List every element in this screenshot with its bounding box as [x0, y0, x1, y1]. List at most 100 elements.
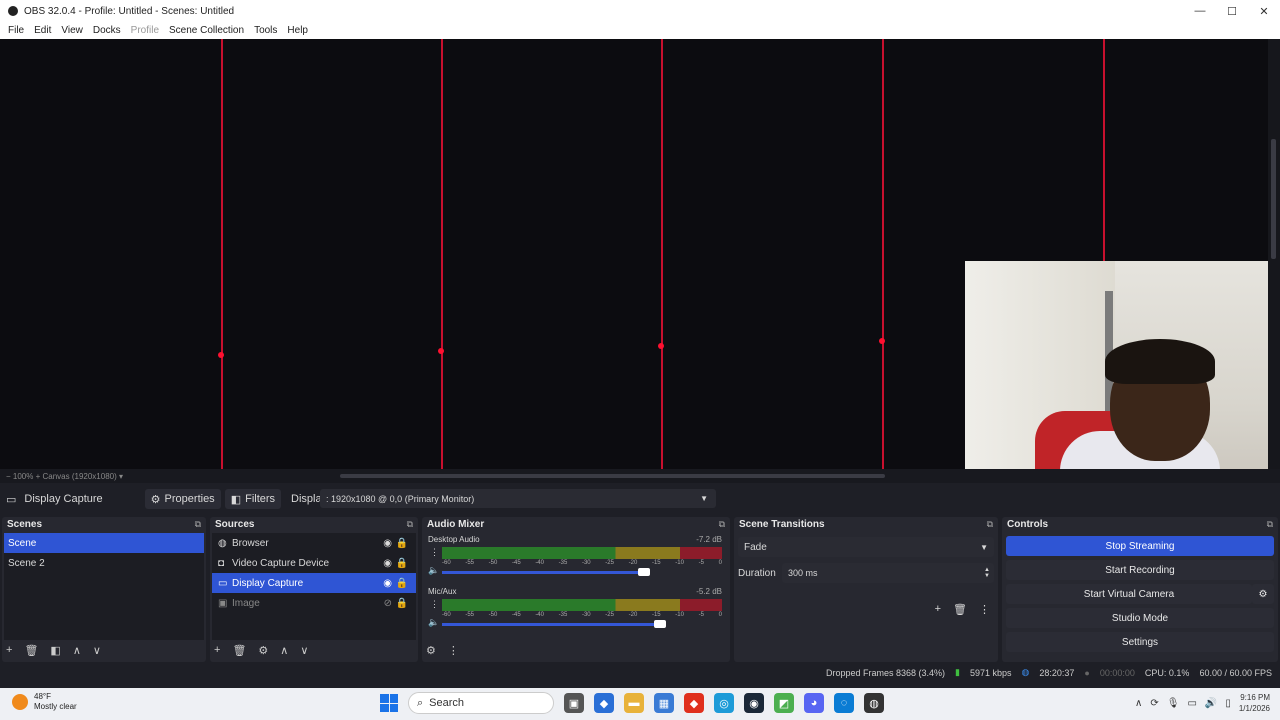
kebab-menu-icon[interactable]: ⋮ — [430, 599, 439, 610]
undock-icon[interactable]: ⧉ — [1267, 519, 1273, 530]
trash-icon[interactable]: 🗑 — [24, 644, 38, 657]
source-handle[interactable] — [658, 343, 664, 349]
minimize-button[interactable]: — — [1184, 0, 1216, 22]
trash-icon[interactable]: 🗑 — [953, 603, 967, 616]
volume-icon[interactable]: 🔊 — [1205, 698, 1217, 709]
source-item[interactable]: ▣ Image ⊘ 🔒 — [212, 593, 416, 613]
kebab-menu-icon[interactable]: ⋮ — [430, 547, 439, 558]
duration-row: Duration 300 ms ▲ ▼ — [734, 561, 998, 585]
chevron-up-icon[interactable]: ∧ — [73, 644, 81, 657]
display-select[interactable]: : 1920x1080 @ 0,0 (Primary Monitor) ▼ — [320, 489, 716, 508]
gear-icon[interactable]: ⚙ — [258, 644, 268, 657]
app-icon[interactable]: ◩ — [774, 693, 794, 713]
add-icon[interactable]: + — [214, 644, 220, 656]
zoom-level[interactable]: − 100% + Canvas (1920x1080) ▾ — [0, 472, 123, 481]
lock-icon[interactable]: 🔒 — [396, 538, 408, 549]
speaker-icon[interactable]: 🔈 — [428, 565, 439, 576]
preview-vertical-scrollbar[interactable] — [1268, 39, 1280, 469]
scene-item[interactable]: Scene 2 — [4, 553, 204, 573]
eye-icon[interactable]: ◉ — [383, 538, 392, 549]
clock[interactable]: 9:16 PM 1/1/2026 — [1239, 692, 1270, 714]
studio-mode-button[interactable]: Studio Mode — [1006, 608, 1274, 628]
stop-streaming-button[interactable]: Stop Streaming — [1006, 536, 1274, 556]
signal-bars-icon: ▮ — [955, 667, 960, 677]
task-view-icon[interactable]: ▣ — [564, 693, 584, 713]
undock-icon[interactable]: ⧉ — [407, 519, 413, 530]
store-icon[interactable]: ▦ — [654, 693, 674, 713]
network-icon[interactable]: ▭ — [1187, 698, 1196, 709]
preview-horizontal-scrollbar[interactable]: − 100% + Canvas (1920x1080) ▾ — [0, 469, 1280, 483]
volume-fader[interactable] — [442, 623, 661, 626]
undock-icon[interactable]: ⧉ — [719, 519, 725, 530]
kebab-menu-icon[interactable]: ⋮ — [979, 603, 990, 616]
properties-button[interactable]: ⚙ Properties — [144, 489, 221, 509]
menu-edit[interactable]: Edit — [29, 25, 56, 36]
steam-icon[interactable]: ◉ — [744, 693, 764, 713]
menu-help[interactable]: Help — [282, 25, 313, 36]
source-handle[interactable] — [438, 348, 444, 354]
menu-profile[interactable]: Profile — [126, 25, 164, 36]
volume-fader[interactable] — [442, 571, 644, 574]
app-icon[interactable]: ◆ — [684, 693, 704, 713]
maximize-button[interactable]: ☐ — [1216, 0, 1248, 22]
windows-start-icon[interactable] — [380, 694, 398, 712]
sources-title: Sources — [215, 519, 255, 530]
discord-icon[interactable]: ◕ — [804, 693, 824, 713]
start-virtual-camera-button[interactable]: Start Virtual Camera — [1006, 584, 1252, 604]
chevron-down-icon[interactable]: ∨ — [93, 644, 101, 657]
obs-icon[interactable]: ◍ — [864, 693, 884, 713]
chevron-down-icon[interactable]: ∨ — [300, 644, 308, 657]
virtual-camera-settings-button[interactable]: ⚙ — [1252, 584, 1274, 604]
lock-icon[interactable]: 🔒 — [396, 598, 408, 609]
browser-icon[interactable]: ◎ — [714, 693, 734, 713]
undock-icon[interactable]: ⧉ — [987, 519, 993, 530]
menu-file[interactable]: File — [3, 25, 29, 36]
menu-view[interactable]: View — [56, 25, 88, 36]
add-icon[interactable]: + — [6, 644, 12, 656]
undock-icon[interactable]: ⧉ — [195, 519, 201, 530]
lock-icon[interactable]: 🔒 — [396, 578, 408, 589]
trash-icon[interactable]: 🗑 — [232, 644, 246, 657]
source-handle[interactable] — [218, 352, 224, 358]
source-handle[interactable] — [879, 338, 885, 344]
edge-icon[interactable]: ◌ — [834, 693, 854, 713]
start-recording-button[interactable]: Start Recording — [1006, 560, 1274, 580]
menu-tools[interactable]: Tools — [249, 25, 282, 36]
add-icon[interactable]: + — [935, 603, 941, 616]
spinner-arrows-icon[interactable]: ▲ ▼ — [984, 567, 990, 579]
mixer-channels: Desktop Audio -7.2 dB ⋮ 🔈 -60 -55 -50 -45 -4… — [424, 533, 728, 640]
eye-icon[interactable]: ◉ — [383, 578, 392, 589]
chevron-up-icon[interactable]: ∧ — [280, 644, 288, 657]
source-item[interactable]: ◘ Video Capture Device ◉ 🔒 — [212, 553, 416, 573]
taskbar-search[interactable]: ⌕ Search — [408, 692, 554, 714]
close-button[interactable]: ✕ — [1248, 0, 1280, 22]
settings-button[interactable]: Settings — [1006, 632, 1274, 652]
volume-fader-knob[interactable] — [654, 620, 667, 628]
sync-icon[interactable]: ⟳ — [1150, 698, 1158, 709]
source-context-bar: ▭ Display Capture ⚙ Properties ◧ Filters… — [0, 488, 1280, 510]
eye-icon[interactable]: ◉ — [383, 558, 392, 569]
eye-hidden-icon[interactable]: ⊘ — [384, 598, 392, 609]
menu-docks[interactable]: Docks — [88, 25, 126, 36]
filters-button[interactable]: ◧ Filters — [224, 489, 282, 509]
transition-select[interactable]: Fade ▼ — [738, 537, 994, 557]
kebab-menu-icon[interactable]: ⋮ — [448, 644, 459, 657]
red-guide-line — [221, 39, 223, 469]
copilot-icon[interactable]: ◆ — [594, 693, 614, 713]
speaker-icon[interactable]: 🔈 — [428, 617, 439, 628]
menu-scene-collection[interactable]: Scene Collection — [164, 25, 249, 36]
weather-widget[interactable]: 48°F Mostly clear — [12, 692, 77, 712]
preview-canvas[interactable] — [0, 39, 1280, 469]
source-item[interactable]: ▭ Display Capture ◉ 🔒 — [212, 573, 416, 593]
mic-icon[interactable]: 🎙 — [1167, 698, 1180, 709]
gear-icon[interactable]: ⚙ — [426, 644, 436, 657]
lock-icon[interactable]: 🔒 — [396, 558, 408, 569]
duration-spinbox[interactable]: 300 ms ▲ ▼ — [782, 563, 994, 583]
volume-fader-knob[interactable] — [637, 568, 650, 576]
file-explorer-icon[interactable]: ▬ — [624, 693, 644, 713]
scene-item[interactable]: Scene — [4, 533, 204, 553]
chevron-up-icon[interactable]: ∧ — [1135, 698, 1142, 709]
filter-icon[interactable]: ◧ — [50, 644, 60, 657]
battery-icon[interactable]: ▯ — [1225, 698, 1231, 709]
source-item[interactable]: ◍ Browser ◉ 🔒 — [212, 533, 416, 553]
